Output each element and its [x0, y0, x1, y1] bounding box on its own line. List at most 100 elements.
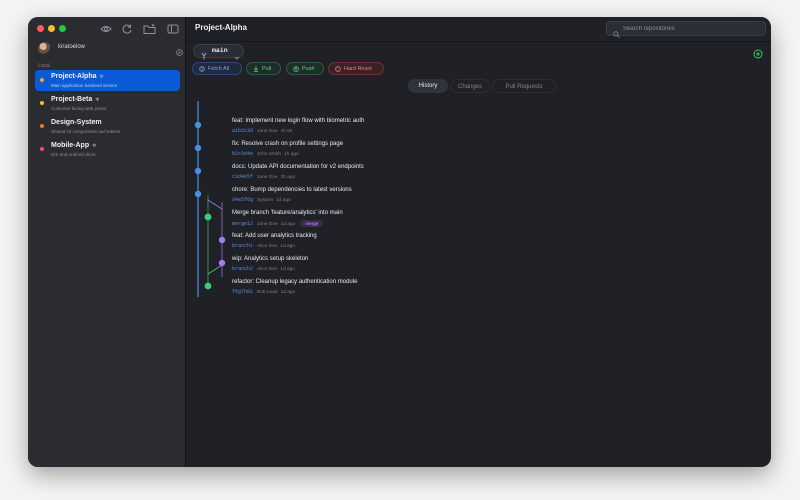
- commit-node[interactable]: [204, 282, 212, 290]
- warning-icon: [335, 66, 341, 72]
- sidebar: kiratoelow Local Project-Alpha ✲ Main app…: [28, 17, 186, 467]
- repo-status-dot: [40, 101, 44, 105]
- avatar: [38, 42, 51, 55]
- upload-icon: [293, 66, 299, 72]
- search-input[interactable]: [623, 24, 763, 33]
- commit-message: docs: Update API documentation for v2 en…: [232, 164, 364, 170]
- search-box[interactable]: [606, 21, 766, 38]
- commit-hash[interactable]: b2c3d4e: [232, 151, 253, 157]
- commit-author: Alice Dev: [257, 267, 278, 272]
- commit-time: 1h 0s: [280, 129, 293, 134]
- commit-node[interactable]: [194, 167, 202, 175]
- commit-message: Merge branch 'feature/analytics' into ma…: [232, 210, 343, 216]
- commit-row[interactable]: wip: Analytics setup skeleton branch2 Ali…: [232, 256, 632, 278]
- titlebar-left: [28, 17, 185, 42]
- graph-branch-connector: [207, 199, 223, 210]
- app-window: kiratoelow Local Project-Alpha ✲ Main app…: [28, 17, 771, 467]
- branch-name: main: [212, 47, 228, 54]
- tab-history[interactable]: History: [408, 79, 448, 93]
- commit-node[interactable]: [218, 236, 226, 244]
- minimize-window-button[interactable]: [48, 25, 55, 32]
- sidebar-repo-design-system[interactable]: Design-System Shared UI components and t…: [35, 116, 180, 137]
- commit-node[interactable]: [218, 259, 226, 267]
- repo-status-dot: [40, 124, 44, 128]
- commit-node[interactable]: [194, 190, 202, 198]
- zoom-window-button[interactable]: [59, 25, 66, 32]
- star-icon[interactable]: ✲: [95, 97, 99, 103]
- commit-hash[interactable]: branch1: [232, 243, 253, 249]
- sidebar-repo-mobile-app[interactable]: Mobile-App ✲ iOS and Android client: [35, 139, 180, 160]
- commit-hash[interactable]: c3d4e5f: [232, 174, 253, 180]
- commit-row[interactable]: chore: Bump dependencies to latest versi…: [232, 187, 632, 209]
- search-icon: [613, 25, 620, 38]
- hard-reset-button[interactable]: Hard Reset: [328, 62, 384, 75]
- commit-message: fix: Resolve crash on profile settings p…: [232, 141, 344, 147]
- commit-row[interactable]: Merge branch 'feature/analytics' into ma…: [232, 210, 632, 232]
- commit-node[interactable]: [204, 213, 212, 221]
- download-icon: [253, 66, 259, 72]
- commit-row[interactable]: feat: Implement new login flow with biom…: [232, 118, 632, 140]
- graph-merge-connector: [207, 264, 223, 275]
- commit-message: feat: Implement new login flow with biom…: [232, 118, 365, 124]
- commit-author: Jane Doe: [257, 129, 278, 134]
- commit-message: wip: Analytics setup skeleton: [232, 256, 309, 262]
- push-button[interactable]: Push: [286, 62, 324, 75]
- commit-hash[interactable]: f6g7h8i: [232, 289, 253, 295]
- commit-time: 2h ago: [280, 175, 296, 180]
- repo-name: Design-System: [51, 119, 102, 126]
- username: kiratoelow: [58, 44, 86, 50]
- gear-icon[interactable]: [175, 44, 184, 56]
- star-icon[interactable]: ✲: [92, 143, 96, 149]
- commit-time: 1d ago: [280, 290, 296, 295]
- commit-time: 1d ago: [280, 222, 296, 227]
- eye-icon[interactable]: [100, 23, 112, 35]
- new-folder-icon[interactable]: [143, 23, 157, 35]
- repo-status-dot: [40, 147, 44, 151]
- commit-row[interactable]: docs: Update API documentation for v2 en…: [232, 164, 632, 186]
- commit-message: chore: Bump dependencies to latest versi…: [232, 187, 352, 193]
- commit-node[interactable]: [194, 121, 202, 129]
- commit-time: 1d ago: [280, 244, 295, 249]
- commit-hash[interactable]: branch2: [232, 266, 253, 272]
- pull-button[interactable]: Pull: [246, 62, 281, 75]
- tab-pull-requests[interactable]: Pull Requests: [492, 79, 556, 93]
- main-panel: Project-Alpha main Fetch All Pull: [186, 17, 771, 467]
- commit-author: Alice Dev: [257, 244, 278, 249]
- commit-hash[interactable]: d4e5f6g: [232, 197, 253, 203]
- commit-row[interactable]: refactor: Cleanup legacy authentication …: [232, 279, 632, 301]
- sidebar-repo-project-alpha[interactable]: Project-Alpha ✲ Main application backend …: [35, 70, 180, 91]
- tab-changes[interactable]: Changes: [450, 79, 490, 93]
- commit-message: refactor: Cleanup legacy authentication …: [232, 279, 358, 285]
- branch-selector[interactable]: main: [193, 44, 244, 60]
- fetch-all-button[interactable]: Fetch All: [192, 62, 242, 75]
- repo-name: Project-Beta: [51, 96, 93, 103]
- repo-description: Customer facing web portal: [51, 106, 106, 111]
- merge-tag: merge: [300, 220, 324, 227]
- commit-hash[interactable]: a1b2c3d: [232, 128, 253, 134]
- close-window-button[interactable]: [37, 25, 44, 32]
- repo-description: Main application backend service: [51, 83, 118, 88]
- refresh-icon[interactable]: [121, 23, 133, 35]
- commit-node[interactable]: [194, 144, 202, 152]
- repo-name: Project-Alpha: [51, 73, 97, 80]
- sidebar-toggle-icon[interactable]: [167, 23, 179, 35]
- chevron-down-icon: [234, 48, 240, 60]
- repo-description: Shared UI components and tokens: [51, 129, 121, 134]
- commit-row[interactable]: fix: Resolve crash on profile settings p…: [232, 141, 632, 163]
- sidebar-repo-project-beta[interactable]: Project-Beta ✲ Customer facing web portal: [35, 93, 180, 114]
- commit-time: 1d ago: [280, 267, 295, 272]
- commit-message: feat: Add user analytics tracking: [232, 233, 317, 239]
- branch-icon: [200, 47, 208, 60]
- user-profile[interactable]: kiratoelow: [38, 42, 183, 58]
- commit-row[interactable]: feat: Add user analytics tracking branch…: [232, 233, 632, 255]
- commit-author: Jane Doe: [257, 175, 278, 180]
- commit-hash[interactable]: merge12: [232, 221, 253, 227]
- commit-author: Bob Lead: [257, 290, 278, 295]
- header-divider: [186, 41, 771, 42]
- sync-icon: [199, 66, 205, 72]
- add-icon[interactable]: [753, 46, 763, 59]
- page-title: Project-Alpha: [195, 23, 248, 32]
- commit-author: System: [257, 198, 274, 203]
- star-icon[interactable]: ✲: [100, 74, 104, 80]
- commit-time: 1h ago: [284, 152, 299, 157]
